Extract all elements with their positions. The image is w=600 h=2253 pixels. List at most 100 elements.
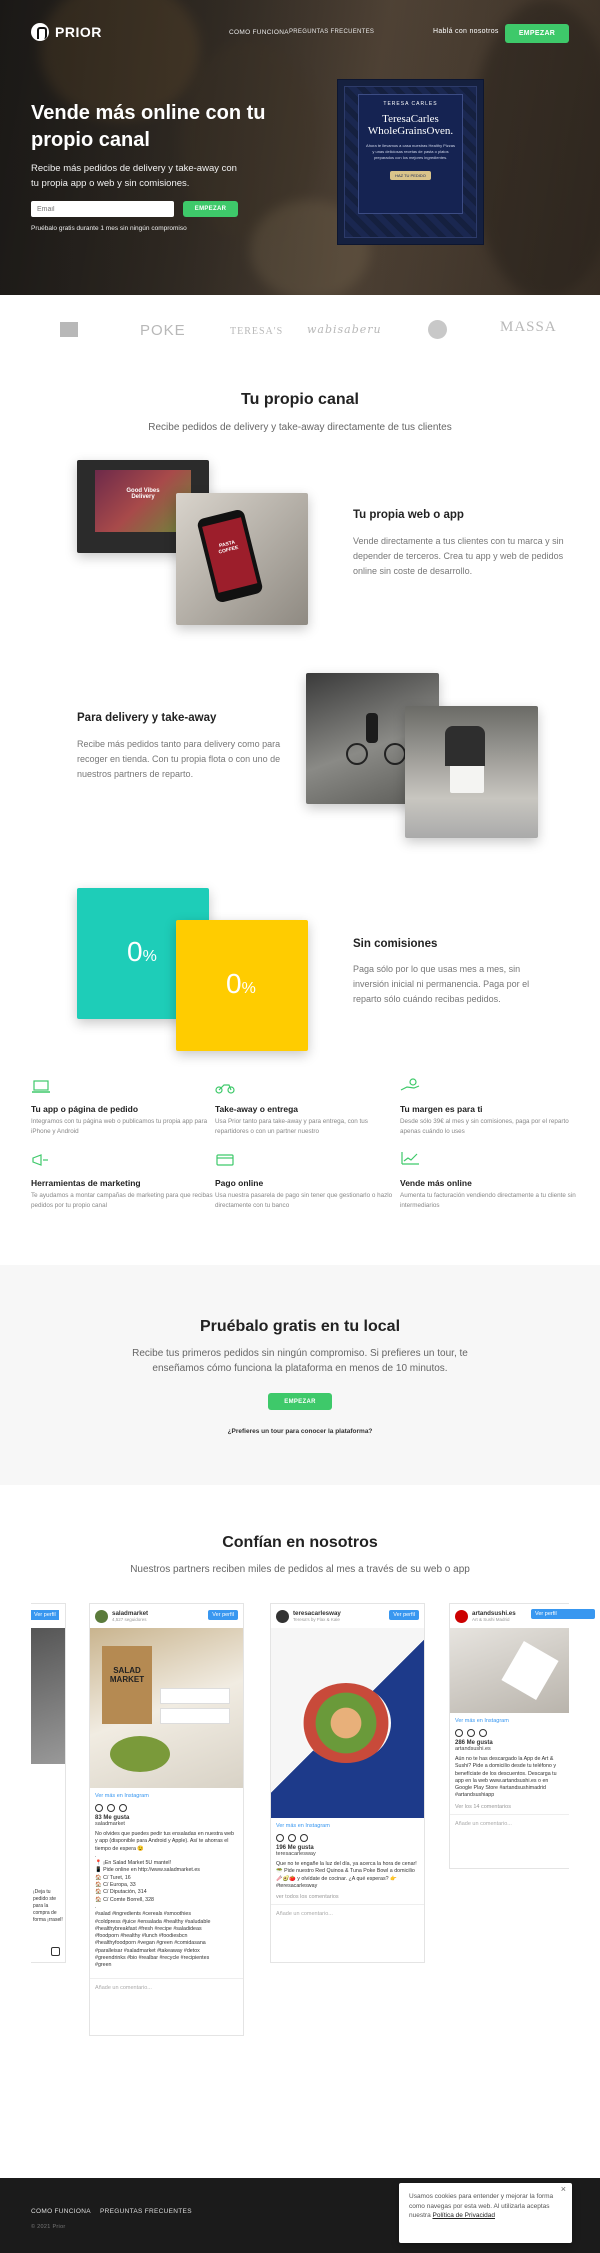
heart-icon[interactable] [276, 1834, 284, 1842]
page: PRIOR COMO FUNCIONA PREGUNTAS FRECUENTES… [0, 0, 600, 2253]
saladmarket-followers: 4,527 seguidores [112, 1617, 147, 1622]
feature-delivery-title: Para delivery y take-away [77, 712, 217, 724]
nav-empezar-button[interactable]: EMPEZAR [505, 24, 569, 43]
nav-hablar[interactable]: Hablá con nosotros [433, 28, 499, 35]
yellow-zero-pct: % [241, 980, 256, 997]
share-icon[interactable] [479, 1729, 487, 1737]
mini-margen-text: Desde sólo 39€ al mes y sin comisiones, … [400, 1118, 569, 1135]
mini-vende-title: Vende más online [400, 1178, 472, 1188]
trial-title: Pruébalo gratis en tu local [199, 1318, 401, 1335]
footer-preguntas[interactable]: PREGUNTAS FRECUENTES [100, 2208, 192, 2215]
hero-subtitle: Recibe más pedidos de delivery y take-aw… [31, 163, 237, 189]
teresacarles-all-comments[interactable]: ver todos los comentarios [271, 1894, 424, 1900]
mini-takeaway-title: Take-away o entrega [215, 1104, 298, 1114]
artandsushi-more-link[interactable]: Ver más en Instagram [450, 1713, 569, 1729]
hero-promo-card: TERESA CARLES TeresaCarles WholeGrainsOv… [337, 79, 484, 245]
artandsushi-actions[interactable] [450, 1729, 569, 1737]
scooter-icon [215, 1084, 235, 1094]
hand-coin-icon [400, 1078, 420, 1091]
saladmarket-comment-input[interactable]: Añade un comentario... [90, 1977, 243, 1997]
teresacarles-likes: 196 Me gusta [276, 1845, 314, 1851]
saladmarket-actions[interactable] [90, 1804, 243, 1812]
teresacarles-actions[interactable] [271, 1834, 424, 1842]
teresacarles-name: teresacarlesway [293, 1610, 341, 1617]
feature-web-text: Vende directamente a tus clientes con tu… [353, 536, 564, 576]
prior-logo[interactable]: PRIOR [31, 23, 102, 41]
logo-circle [428, 320, 447, 339]
logo-massa: MASSA [500, 319, 557, 335]
partial-caption: ¡Deja tu pedido ste para la compra de fo… [33, 1889, 63, 1923]
cookie-close-icon[interactable]: × [561, 2184, 566, 2195]
artandsushi-comment-input[interactable]: Añade un comentario... [450, 1813, 569, 1833]
saladmarket-likes: 83 Me gusta [95, 1815, 130, 1821]
feature-comisiones-title: Sin comisiones [353, 938, 438, 950]
footer-como-funciona[interactable]: COMO FUNCIONA [31, 2208, 91, 2215]
trial-empezar-button[interactable]: EMPEZAR [268, 1393, 332, 1410]
share-icon[interactable] [300, 1834, 308, 1842]
hero: PRIOR COMO FUNCIONA PREGUNTAS FRECUENTES… [0, 0, 600, 295]
yellow-zero-value: 0 [226, 968, 242, 999]
trial-section: Pruébalo gratis en tu local Recibe tus p… [0, 1265, 600, 1485]
partners-lead: Nuestros partners reciben miles de pedid… [130, 1564, 470, 1575]
nav-preguntas[interactable]: PREGUNTAS FRECUENTES [289, 29, 374, 35]
promo-brand: TERESA CARLES [383, 101, 438, 107]
saladmarket-name: saladmarket [112, 1610, 149, 1617]
client-logos: POKE TERESA'S wabisaberu MASSA [0, 295, 600, 364]
instagram-card-saladmarket: saladmarket 4,527 seguidores Ver perfil S… [89, 1603, 244, 2036]
share-icon[interactable] [119, 1804, 127, 1812]
canal-title: Tu propio canal [241, 391, 359, 408]
artandsushi-caption: Aún no te has descargado la App de Art &… [455, 1756, 557, 1799]
teresacarles-photo [271, 1628, 424, 1818]
artandsushi-avatar [455, 1609, 468, 1623]
mini-app-title: Tu app o página de pedido [31, 1104, 139, 1114]
phone-in-hand-image: PASTA COFFEE [176, 493, 308, 625]
chart-icon [401, 1152, 419, 1165]
artandsushi-all-comments[interactable]: Ver los 14 comentarios [450, 1804, 569, 1810]
heart-icon[interactable] [455, 1729, 463, 1737]
trial-tour-link[interactable]: ¿Prefieres un tour para conocer la plata… [0, 1428, 600, 1435]
teal-zero-pct: % [142, 948, 157, 965]
laptop-icon [32, 1080, 50, 1093]
partial-follow-button[interactable]: Ver perfil [31, 1610, 59, 1620]
nav-como-funciona[interactable]: COMO FUNCIONA [229, 29, 289, 36]
mini-marketing-title: Herramientas de marketing [31, 1178, 141, 1188]
hero-empezar-button[interactable]: EMPEZAR [183, 201, 238, 217]
heart-icon[interactable] [95, 1804, 103, 1812]
instagram-card-partial-left: Ver perfil ¡Deja tu pedido ste para la c… [31, 1603, 66, 1963]
trial-lead: Recibe tus primeros pedidos sin ningún c… [132, 1348, 468, 1374]
takeaway-bag-image [405, 706, 538, 838]
partners-title: Confían en nosotros [222, 1534, 378, 1551]
promo-order-button[interactable]: HAZ TU PEDIDO [390, 171, 431, 180]
artandsushi-name: artandsushi.es [472, 1610, 516, 1617]
mini-app-text: Integramos con tu página web o publicamo… [31, 1118, 208, 1135]
hero-title: Vende más online con tu propio canal [31, 102, 266, 151]
comment-icon[interactable] [467, 1729, 475, 1737]
logo-teresas: TERESA'S [230, 326, 284, 337]
mini-pago-text: Usa nuestra pasarela de pago sin tener q… [215, 1192, 393, 1209]
comment-icon[interactable] [107, 1804, 115, 1812]
teresacarles-sub: Teresa's by Flax & Kale [293, 1617, 340, 1622]
artandsushi-likes: 286 Me gusta [455, 1740, 493, 1746]
teresacarles-comment-input[interactable]: Añade un comentario... [271, 1904, 424, 1923]
hero-trial-text: Pruébalo gratis durante 1 mes sin ningún… [31, 225, 187, 232]
cookie-privacy-link[interactable]: Política de Privacidad [433, 2212, 496, 2219]
canal-lead: Recibe pedidos de delivery y take-away d… [148, 422, 452, 433]
card-icon [216, 1154, 234, 1166]
teresacarles-follow-button[interactable]: Ver perfil [389, 1610, 419, 1620]
logo-poke: POKE [140, 322, 186, 339]
prior-logo-icon [31, 23, 49, 41]
artandsushi-follow-button[interactable]: Ver perfil [531, 1609, 595, 1619]
teresacarles-avatar [276, 1609, 289, 1623]
megaphone-icon [32, 1154, 48, 1166]
feature-web-title: Tu propia web o app [353, 509, 464, 521]
saladmarket-follow-button[interactable]: Ver perfil [208, 1610, 238, 1620]
saladmarket-more-link[interactable]: Ver más en Instagram [90, 1788, 243, 1804]
saladmarket-photo: SALAD MARKET [90, 1628, 243, 1788]
teal-zero-value: 0 [127, 936, 143, 967]
teresacarles-more-link[interactable]: Ver más en Instagram [271, 1818, 424, 1834]
cookie-banner: Usamos cookies para entender y mejorar l… [399, 2183, 572, 2243]
mini-margen-title: Tu margen es para ti [400, 1104, 483, 1114]
teresacarles-caption: Que no te engañe la luz del día, ya acer… [276, 1861, 417, 1889]
comment-icon[interactable] [288, 1834, 296, 1842]
email-input[interactable] [31, 201, 174, 217]
